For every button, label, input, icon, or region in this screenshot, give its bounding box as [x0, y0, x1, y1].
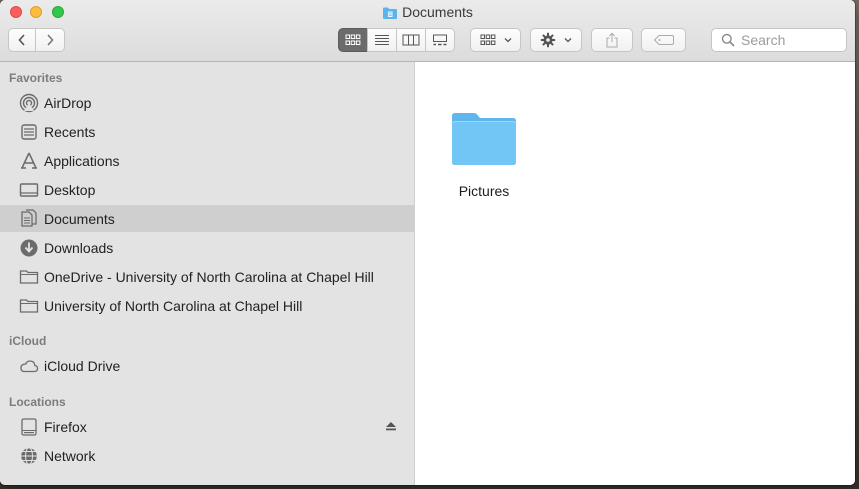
eject-icon[interactable]	[385, 419, 397, 435]
sidebar: Favorites AirDrop Recents Applications D…	[0, 62, 415, 485]
chevron-down-icon	[504, 38, 511, 43]
tag-button[interactable]	[641, 28, 686, 52]
folder-icon	[19, 267, 39, 287]
icon-view-button[interactable]	[338, 28, 368, 52]
downloads-icon	[19, 238, 39, 258]
sidebar-section-locations: Locations	[9, 395, 66, 409]
sidebar-item-documents[interactable]: Documents	[0, 205, 414, 232]
back-button[interactable]	[8, 28, 36, 52]
recents-icon	[19, 122, 39, 142]
sidebar-item-icloud-drive[interactable]: iCloud Drive	[0, 352, 414, 379]
sidebar-item-recents[interactable]: Recents	[0, 118, 414, 145]
action-button[interactable]	[530, 28, 582, 52]
sidebar-item-label: Downloads	[44, 239, 114, 256]
search-input[interactable]	[741, 32, 836, 48]
airdrop-icon	[19, 93, 39, 113]
folder-icon	[450, 112, 518, 169]
sidebar-item-label: Recents	[44, 123, 96, 140]
sidebar-item-airdrop[interactable]: AirDrop	[0, 89, 414, 116]
chevron-down-icon	[564, 38, 572, 43]
sidebar-item-label: University of North Carolina at Chapel H…	[44, 297, 303, 314]
cloud-icon	[19, 356, 39, 376]
group-button[interactable]	[470, 28, 521, 52]
share-icon	[606, 32, 618, 48]
sidebar-item-desktop[interactable]: Desktop	[0, 176, 414, 203]
disk-icon	[19, 417, 39, 437]
sidebar-item-label: iCloud Drive	[44, 357, 121, 374]
search-icon	[721, 33, 735, 47]
sidebar-item-firefox[interactable]: Firefox	[0, 413, 414, 440]
desktop-icon	[19, 180, 39, 200]
window-title: Documents	[0, 4, 855, 23]
gallery-view-icon	[433, 34, 447, 46]
gear-icon	[540, 32, 556, 48]
chevron-right-icon	[47, 34, 54, 46]
sidebar-section-favorites: Favorites	[9, 71, 63, 85]
list-view-button[interactable]	[367, 28, 397, 52]
column-view-button[interactable]	[396, 28, 426, 52]
sidebar-item-unc[interactable]: University of North Carolina at Chapel H…	[0, 292, 414, 319]
group-icon	[480, 34, 495, 45]
documents-folder-icon	[382, 6, 398, 23]
sidebar-item-label: AirDrop	[44, 94, 92, 111]
sidebar-item-label: Documents	[44, 210, 115, 227]
icon-view-icon	[345, 34, 361, 45]
network-icon	[19, 446, 39, 466]
list-view-icon	[375, 35, 389, 45]
gallery-view-button[interactable]	[425, 28, 455, 52]
file-name: Pictures	[458, 183, 510, 199]
chevron-left-icon	[18, 34, 25, 46]
window-title-text: Documents	[402, 4, 473, 20]
file-item-pictures[interactable]: Pictures	[449, 112, 519, 199]
sidebar-item-label: Network	[44, 447, 96, 464]
applications-icon	[19, 151, 39, 171]
folder-icon	[19, 296, 39, 316]
sidebar-section-icloud: iCloud	[9, 334, 47, 348]
sidebar-item-label: OneDrive - University of North Carolina …	[44, 268, 374, 285]
sidebar-item-onedrive[interactable]: OneDrive - University of North Carolina …	[0, 263, 414, 290]
title-bar: Documents	[0, 0, 855, 62]
share-button[interactable]	[591, 28, 633, 52]
documents-icon	[19, 208, 39, 229]
search-field[interactable]	[711, 28, 847, 52]
sidebar-item-network[interactable]: Network	[0, 442, 414, 469]
finder-window: Documents Search Favorites AirDrop Recen…	[0, 0, 855, 485]
column-view-icon	[402, 34, 420, 46]
sidebar-item-label: Firefox	[44, 418, 87, 435]
view-mode-selector	[338, 28, 455, 52]
forward-button[interactable]	[35, 28, 65, 52]
tag-icon	[653, 35, 674, 45]
sidebar-item-applications[interactable]: Applications	[0, 147, 414, 174]
sidebar-item-label: Applications	[44, 152, 120, 169]
file-browser-pane: Pictures	[415, 62, 855, 485]
sidebar-item-label: Desktop	[44, 181, 96, 198]
sidebar-item-downloads[interactable]: Downloads	[0, 234, 414, 261]
